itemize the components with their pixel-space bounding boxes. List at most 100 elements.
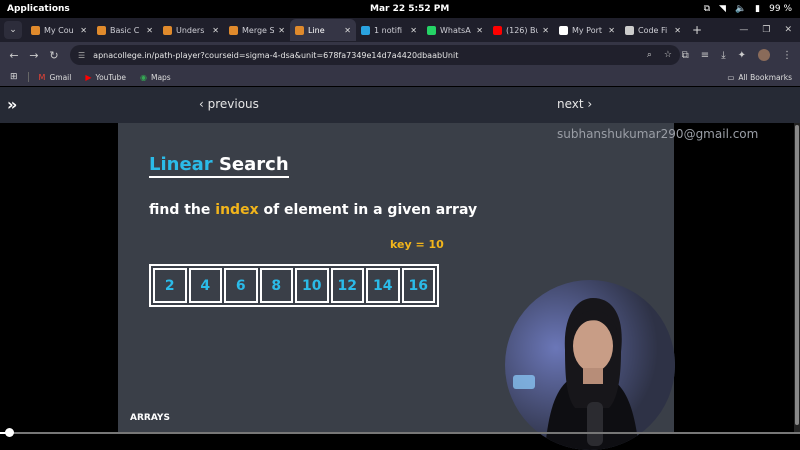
browser-tab[interactable]: 1 notifi ✕ [356, 19, 422, 41]
close-window-icon[interactable]: ✕ [784, 25, 792, 35]
url-text: apnacollege.in/path-player?courseid=sigm… [93, 50, 459, 60]
page-scrollbar[interactable] [794, 123, 800, 433]
profile-avatar[interactable] [758, 49, 770, 61]
tab-title: Code Fi [638, 25, 668, 35]
all-bookmarks-button[interactable]: ▭ All Bookmarks [727, 73, 792, 82]
media-controls-icon[interactable]: ≡ [701, 50, 709, 61]
array-cell: 6 [224, 268, 258, 303]
tab-close-icon[interactable]: ✕ [146, 26, 153, 35]
tab-close-icon[interactable]: ✕ [674, 26, 681, 35]
array-cell: 16 [401, 268, 435, 303]
array-cell: 10 [295, 268, 329, 303]
section-label: ARRAYS [130, 413, 170, 423]
dropbox-icon[interactable]: ⧉ [704, 4, 710, 14]
expand-sidebar-icon[interactable]: » [7, 95, 17, 114]
progress-scrubber[interactable] [5, 428, 14, 437]
applications-menu[interactable]: Applications [7, 4, 70, 14]
system-clock[interactable]: Mar 22 5:52 PM [370, 4, 449, 14]
browser-tab[interactable]: My Port ✕ [554, 19, 620, 41]
tab-title: Unders [176, 25, 205, 35]
tab-title: WhatsA [440, 25, 471, 35]
new-tab-button[interactable]: + [692, 23, 702, 37]
scrollbar-thumb[interactable] [795, 125, 799, 425]
array-cell: 14 [366, 268, 400, 303]
presenter-image [505, 280, 675, 450]
browser-tab[interactable]: (126) Bu ✕ [488, 19, 554, 41]
slide-title: Linear Search [149, 154, 289, 178]
gmail-icon: M [38, 72, 46, 82]
bookmarks-separator [27, 72, 29, 82]
tab-title: (126) Bu [506, 25, 539, 35]
system-tray[interactable]: ⧉ ◥ 🔈 ▮ 99 % [704, 4, 792, 14]
extensions-icon[interactable]: ⧉ [682, 50, 689, 61]
browser-tab[interactable]: Unders ✕ [158, 19, 224, 41]
reload-button[interactable]: ↻ [44, 49, 64, 62]
tab-favicon-icon [229, 25, 238, 35]
bookmark-maps[interactable]: ◉ Maps [140, 73, 171, 82]
bookmark-star-icon[interactable]: ☆ [664, 50, 672, 60]
bookmark-gmail[interactable]: M Gmail [39, 73, 72, 82]
array-diagram: 2 4 6 8 10 12 14 16 [149, 264, 439, 307]
wifi-icon[interactable]: ◥ [719, 4, 726, 14]
previous-button[interactable]: ‹ previous [199, 97, 259, 111]
maps-icon: ◉ [140, 72, 147, 82]
tab-favicon-icon [97, 25, 106, 35]
tab-favicon-icon [625, 25, 634, 35]
tab-favicon-icon [559, 25, 568, 35]
tab-close-icon[interactable]: ✕ [278, 26, 285, 35]
tab-title: Merge S [242, 25, 275, 35]
email-watermark: subhanshukumar290@gmail.com [557, 127, 759, 141]
bookmark-youtube[interactable]: ▶ YouTube [85, 73, 126, 82]
extension-puzzle-icon[interactable]: ✦ [738, 50, 746, 61]
tab-close-icon[interactable]: ✕ [410, 26, 417, 35]
browser-tab[interactable]: My Cou ✕ [26, 19, 92, 41]
player-header: » ‹ previous next › [0, 87, 800, 123]
downloads-icon[interactable]: ⤓ [721, 50, 725, 61]
browser-tab[interactable]: Basic C ✕ [92, 19, 158, 41]
tab-close-icon[interactable]: ✕ [608, 26, 615, 35]
bookmarks-bar: ⊞ M Gmail ▶ YouTube ◉ Maps ▭ All Bookmar… [0, 68, 800, 86]
apps-grid-icon[interactable]: ⊞ [10, 72, 18, 82]
browser-tab[interactable]: Merge S ✕ [224, 19, 290, 41]
browser-tab[interactable]: Code Fi ✕ [620, 19, 686, 41]
tab-close-icon[interactable]: ✕ [80, 26, 87, 35]
tab-strip: ⌄ My Cou ✕ Basic C ✕ Unders ✕ Merge S ✕ Line ✕ 1 n… [0, 18, 800, 42]
presenter-webcam [505, 280, 675, 450]
tab-title: Basic C [110, 25, 140, 35]
tab-title: Line [308, 25, 325, 35]
video-player[interactable]: Linear Search find the index of element … [0, 123, 800, 450]
tab-close-icon[interactable]: ✕ [476, 26, 483, 35]
tab-title: My Port [572, 25, 603, 35]
video-progress-bar[interactable] [0, 432, 800, 434]
forward-button[interactable]: → [24, 49, 44, 62]
next-button[interactable]: next › [557, 97, 592, 111]
tab-search-button[interactable]: ⌄ [4, 21, 22, 39]
battery-level: 99 % [769, 4, 792, 14]
zoom-icon[interactable]: ⌕ [647, 50, 652, 60]
address-bar[interactable]: ☰ apnacollege.in/path-player?courseid=si… [70, 45, 680, 65]
tab-close-icon[interactable]: ✕ [212, 26, 219, 35]
window-controls: — ❐ ✕ [739, 25, 792, 35]
tab-favicon-icon [295, 25, 304, 35]
browser-tab[interactable]: Line ✕ [290, 19, 356, 41]
browser-tab[interactable]: WhatsA ✕ [422, 19, 488, 41]
minimize-icon[interactable]: — [739, 25, 748, 35]
volume-icon[interactable]: 🔈 [735, 4, 746, 14]
array-cell: 4 [188, 268, 222, 303]
array-cell: 8 [259, 268, 293, 303]
restore-icon[interactable]: ❐ [762, 25, 770, 35]
tab-favicon-icon [163, 25, 172, 35]
tab-favicon-icon [427, 25, 436, 35]
array-cell: 12 [330, 268, 364, 303]
tab-favicon-icon [361, 25, 370, 35]
battery-icon[interactable]: ▮ [755, 4, 760, 14]
search-key-label: key = 10 [390, 238, 444, 251]
system-top-bar: Applications Mar 22 5:52 PM ⧉ ◥ 🔈 ▮ 99 % [0, 0, 800, 18]
tab-close-icon[interactable]: ✕ [542, 26, 549, 35]
tab-close-icon[interactable]: ✕ [344, 26, 351, 35]
site-info-icon[interactable]: ☰ [78, 51, 85, 60]
back-button[interactable]: ← [4, 49, 24, 62]
tab-title: My Cou [44, 25, 74, 35]
tab-favicon-icon [31, 25, 40, 35]
browser-menu-icon[interactable]: ⋮ [782, 50, 792, 61]
